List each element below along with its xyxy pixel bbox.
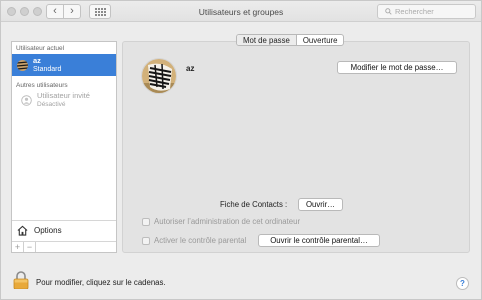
search-icon — [385, 8, 392, 15]
search-input[interactable] — [395, 7, 475, 16]
tab-login-items[interactable]: Ouverture — [297, 35, 344, 45]
user-picture[interactable] — [141, 58, 177, 94]
user-full-name: az — [186, 64, 195, 73]
sidebar-item-guest-user[interactable]: Utilisateur invité Désactivé — [12, 89, 116, 111]
tab-bar: Mot de passe Ouverture — [236, 34, 345, 46]
change-password-button[interactable]: Modifier le mot de passe… — [337, 61, 457, 74]
allow-admin-checkbox[interactable] — [142, 217, 150, 226]
add-remove-bar: + − — [12, 241, 116, 252]
open-contact-card-button[interactable]: Ouvrir… — [298, 198, 343, 211]
parental-control-checkbox-row[interactable]: Activer le contrôle parental — [142, 236, 246, 245]
options-label: Options — [34, 225, 62, 235]
contact-card-label: Fiche de Contacts : — [220, 200, 288, 209]
allow-admin-label: Autoriser l’administration de cet ordina… — [154, 217, 301, 226]
parental-control-checkbox[interactable] — [142, 236, 150, 245]
current-user-name: az — [33, 56, 41, 65]
house-icon — [17, 225, 28, 236]
current-user-header: Utilisateur actuel — [16, 45, 65, 52]
open-parental-controls-button[interactable]: Ouvrir le contrôle parental… — [258, 234, 380, 247]
sidebar-item-current-user[interactable]: az Standard — [12, 54, 116, 76]
add-user-button[interactable]: + — [12, 242, 24, 252]
user-avatar-icon — [17, 59, 28, 71]
title-bar: ‹ › Utilisateurs et groupes — [1, 1, 481, 22]
preferences-window: ‹ › Utilisateurs et groupes Utilisateur … — [0, 0, 482, 300]
parental-control-label: Activer le contrôle parental — [154, 236, 247, 245]
guest-user-name: Utilisateur invité — [37, 91, 90, 100]
remove-user-button[interactable]: − — [24, 242, 36, 252]
allow-admin-checkbox-row[interactable]: Autoriser l’administration de cet ordina… — [142, 217, 300, 226]
help-button[interactable]: ? — [456, 277, 469, 290]
guest-avatar-icon — [21, 94, 32, 106]
search-field[interactable] — [377, 4, 476, 19]
lock-icon[interactable] — [13, 271, 29, 289]
lock-instruction: Pour modifier, cliquez sur le cadenas. — [36, 278, 166, 287]
users-sidebar: Utilisateur actuel az Standard Autres ut… — [11, 41, 117, 253]
guest-user-status: Désactivé — [37, 101, 66, 108]
current-user-role: Standard — [33, 66, 62, 73]
login-options-button[interactable]: Options — [12, 220, 116, 239]
tab-password[interactable]: Mot de passe — [237, 35, 297, 45]
